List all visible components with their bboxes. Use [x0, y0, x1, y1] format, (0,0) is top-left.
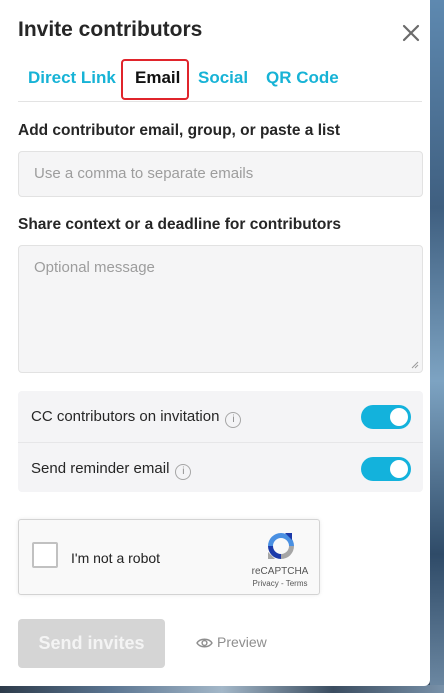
send-invites-button[interactable]: Send invites — [18, 619, 165, 668]
close-icon[interactable] — [400, 22, 422, 44]
recaptcha-checkbox-label: I'm not a robot — [71, 550, 161, 566]
recaptcha-checkbox[interactable] — [32, 542, 58, 568]
option-label-reminder: Send reminder email — [31, 460, 170, 477]
recaptcha-logo-icon — [268, 533, 294, 559]
resize-handle-icon[interactable] — [411, 361, 419, 369]
options-panel: CC contributors on invitation i Send remi… — [18, 391, 423, 492]
option-row-reminder: Send reminder email i — [18, 442, 423, 493]
background-page-edge — [430, 0, 444, 693]
tab-qr-code[interactable]: QR Code — [266, 68, 339, 88]
option-label-cc: CC contributors on invitation — [31, 408, 220, 425]
message-textarea[interactable]: Optional message — [18, 245, 423, 373]
preview-label: Preview — [217, 634, 267, 650]
toggle-knob — [390, 460, 408, 478]
invite-contributors-dialog: Invite contributors Direct Link Email So… — [0, 0, 430, 686]
recaptcha-widget: I'm not a robot reCAPTCHA Privacy - Term… — [18, 519, 320, 595]
email-input[interactable]: Use a comma to separate emails — [18, 151, 423, 197]
dialog-title: Invite contributors — [18, 18, 203, 41]
reminder-toggle-switch[interactable] — [361, 457, 411, 481]
recaptcha-brand: reCAPTCHA — [251, 566, 309, 577]
tab-email[interactable]: Email — [135, 68, 180, 88]
option-row-cc: CC contributors on invitation i — [18, 391, 423, 441]
preview-button[interactable]: Preview — [196, 634, 267, 650]
tab-social[interactable]: Social — [198, 68, 248, 88]
cc-toggle-switch[interactable] — [361, 405, 411, 429]
recaptcha-privacy-terms-link[interactable]: Privacy - Terms — [239, 579, 321, 588]
tab-direct-link[interactable]: Direct Link — [28, 68, 116, 88]
toggle-knob — [390, 408, 408, 426]
message-field-label: Share context or a deadline for contribu… — [18, 216, 341, 233]
background-page-bottom — [0, 685, 444, 693]
invite-tabs: Direct Link Email Social QR Code — [18, 58, 422, 102]
message-placeholder: Optional message — [34, 259, 155, 276]
email-field-label: Add contributor email, group, or paste a… — [18, 122, 341, 139]
eye-icon — [196, 638, 213, 648]
info-icon[interactable]: i — [175, 464, 192, 480]
info-icon[interactable]: i — [225, 412, 242, 428]
